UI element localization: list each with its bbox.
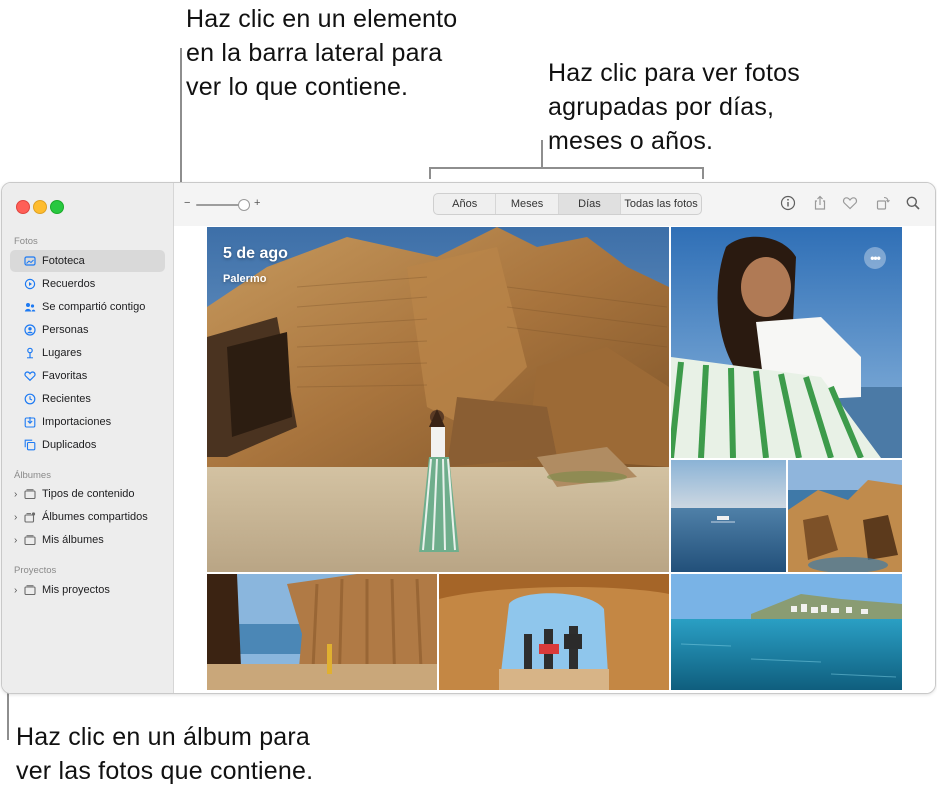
folder-icon xyxy=(24,488,36,500)
shared-with-you-icon xyxy=(24,301,36,313)
people-icon xyxy=(24,324,36,336)
photo-image xyxy=(671,574,902,690)
rotate-icon[interactable] xyxy=(875,195,891,211)
sidebar-item-favoritas[interactable]: Favoritas xyxy=(10,365,165,387)
more-options-button[interactable]: ••• xyxy=(864,247,886,269)
bracket-view-left xyxy=(429,167,431,179)
sidebar-item-label: Favoritas xyxy=(42,370,88,382)
sidebar-item-label: Lugares xyxy=(42,347,82,359)
callout-line: Haz clic en un elemento xyxy=(186,5,458,33)
photo-image xyxy=(671,460,786,572)
sidebar-item-label: Mis álbumes xyxy=(42,534,104,546)
chevron-right-icon[interactable]: › xyxy=(14,489,17,500)
sidebar-item-recientes[interactable]: Recientes xyxy=(10,388,165,410)
sidebar-item-label: Álbumes compartidos xyxy=(42,511,148,523)
segment-todas-las-fotos[interactable]: Todas las fotos xyxy=(621,194,701,214)
minimize-button[interactable] xyxy=(33,200,47,214)
photo-cave-beach[interactable] xyxy=(207,574,437,690)
folder-icon xyxy=(24,534,36,546)
photo-image xyxy=(207,227,669,572)
bracket-view-top xyxy=(429,167,704,169)
sidebar-item-duplicados[interactable]: Duplicados xyxy=(10,434,165,456)
photo-harbor-town[interactable] xyxy=(671,574,902,690)
callout-view: Haz clic para ver fotos agrupadas por dí… xyxy=(548,56,800,158)
places-icon xyxy=(24,347,36,359)
callout-line: agrupadas por días, xyxy=(548,93,775,121)
share-icon[interactable] xyxy=(812,195,828,211)
zoom-out-label: − xyxy=(184,197,191,209)
view-segmented-control: Años Meses Días Todas las fotos xyxy=(433,193,702,215)
shared-albums-icon xyxy=(24,511,36,523)
zoom-in-label: + xyxy=(254,197,261,209)
photo-main-cliff[interactable]: 5 de ago Palermo xyxy=(207,227,669,572)
heart-icon xyxy=(24,370,36,382)
callout-line: Haz clic para ver fotos xyxy=(548,59,800,87)
import-icon xyxy=(24,416,36,428)
sidebar-item-tipos-contenido[interactable]: › Tipos de contenido xyxy=(10,483,165,505)
chevron-right-icon[interactable]: › xyxy=(14,585,17,596)
sidebar-item-recuerdos[interactable]: Recuerdos xyxy=(10,273,165,295)
sidebar-item-label: Mis proyectos xyxy=(42,584,110,596)
photo-grid: 5 de ago Palermo ••• xyxy=(174,226,935,693)
photo-image xyxy=(207,574,437,690)
sidebar-item-importaciones[interactable]: Importaciones xyxy=(10,411,165,433)
photo-rocky-coast[interactable] xyxy=(788,460,902,572)
section-label-proyectos: Proyectos xyxy=(14,565,57,576)
sidebar-item-compartio[interactable]: Se compartió contigo xyxy=(10,296,165,318)
callout-album: Haz clic en un álbum para ver las fotos … xyxy=(16,720,313,788)
photos-window: Fotos Fototeca Recuerdos Se compartió co… xyxy=(1,182,936,694)
sidebar-item-mis-albumes[interactable]: › Mis álbumes xyxy=(10,529,165,551)
clock-icon xyxy=(24,393,36,405)
zoom-button[interactable] xyxy=(50,200,64,214)
photo-arch-group[interactable] xyxy=(439,574,669,690)
photo-portrait[interactable]: ••• xyxy=(671,227,902,458)
sidebar-item-label: Importaciones xyxy=(42,416,112,428)
sidebar-item-label: Recuerdos xyxy=(42,278,96,290)
sidebar-item-albumes-compartidos[interactable]: › Álbumes compartidos xyxy=(10,506,165,528)
sidebar-item-fototeca[interactable]: Fototeca xyxy=(10,250,165,272)
photo-sea-boat[interactable] xyxy=(671,460,786,572)
sidebar-item-label: Recientes xyxy=(42,393,91,405)
heart-icon[interactable] xyxy=(842,195,858,211)
bracket-view-right xyxy=(702,167,704,179)
sidebar-item-label: Duplicados xyxy=(42,439,97,451)
photo-image xyxy=(439,574,669,690)
callout-line: meses o años. xyxy=(548,127,714,155)
toolbar: − + Años Meses Días Todas las fotos xyxy=(174,183,935,226)
location-subtitle: Palermo xyxy=(223,273,267,285)
duplicates-icon xyxy=(24,439,36,451)
sidebar-item-label: Fototeca xyxy=(42,255,85,267)
segment-dias[interactable]: Días xyxy=(558,194,622,214)
photo-image xyxy=(788,460,902,572)
zoom-slider-knob[interactable] xyxy=(238,199,250,211)
date-title: 5 de ago xyxy=(223,245,288,262)
sidebar-item-label: Tipos de contenido xyxy=(42,488,135,500)
chevron-right-icon[interactable]: › xyxy=(14,535,17,546)
library-icon xyxy=(24,255,36,267)
callout-line: ver lo que contiene. xyxy=(186,73,409,101)
sidebar: Fotos Fototeca Recuerdos Se compartió co… xyxy=(2,183,174,693)
chevron-right-icon[interactable]: › xyxy=(14,512,17,523)
callout-line: en la barra lateral para xyxy=(186,39,443,67)
callout-line: ver las fotos que contiene. xyxy=(16,757,314,785)
search-icon[interactable] xyxy=(905,195,921,211)
sidebar-item-personas[interactable]: Personas xyxy=(10,319,165,341)
segment-anos[interactable]: Años xyxy=(434,194,497,214)
info-icon[interactable] xyxy=(780,195,796,211)
sidebar-item-label: Personas xyxy=(42,324,89,336)
section-label-fotos: Fotos xyxy=(14,236,38,247)
leader-line-view xyxy=(541,140,543,168)
memories-icon xyxy=(24,278,36,290)
section-label-albumes: Álbumes xyxy=(14,470,51,481)
callout-line: Haz clic en un álbum para xyxy=(16,723,311,751)
folder-icon xyxy=(24,584,36,596)
sidebar-item-label: Se compartió contigo xyxy=(42,301,146,313)
segment-meses[interactable]: Meses xyxy=(496,194,559,214)
close-button[interactable] xyxy=(16,200,30,214)
sidebar-item-mis-proyectos[interactable]: › Mis proyectos xyxy=(10,579,165,601)
sidebar-item-lugares[interactable]: Lugares xyxy=(10,342,165,364)
callout-sidebar: Haz clic en un elemento en la barra late… xyxy=(186,2,457,104)
